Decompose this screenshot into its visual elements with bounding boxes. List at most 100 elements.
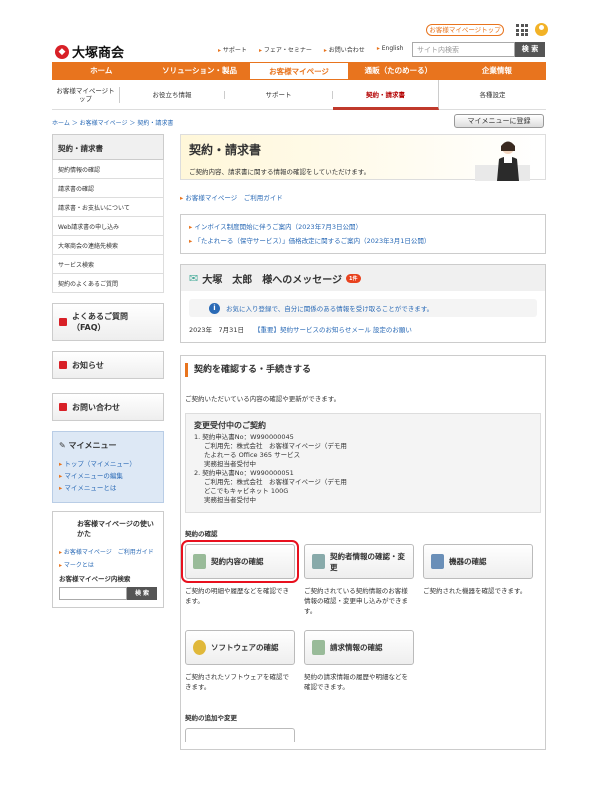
billing-info-button[interactable]: 請求情報の確認 <box>304 630 414 665</box>
guide-link-usage[interactable]: お客様マイページ ご利用ガイド <box>59 547 157 556</box>
faq-label: よくあるご質問（FAQ） <box>72 312 128 332</box>
my-menu-box: ✎ マイメニュー トップ（マイメニュー） マイメニューの編集 マイメニューとは <box>52 431 164 503</box>
main-content: 契約・請求書 ご契約内容、請求書に関する情報の確認をしていただけます。 お客様マ… <box>180 134 546 750</box>
support-staff-illustration <box>475 141 530 181</box>
subnav-useful-info[interactable]: お役立ち情報 <box>120 90 225 99</box>
site-search-button[interactable]: 検 索 <box>515 42 545 57</box>
my-menu-link-about[interactable]: マイメニューとは <box>59 482 157 492</box>
utility-links: サポート フェア・セミナー お問い合わせ English <box>218 45 403 54</box>
partial-card-button[interactable] <box>185 728 295 742</box>
contractor-info-button[interactable]: 契約者情報の確認・変更 <box>304 544 414 579</box>
pending-item-no: 2. 契約申込書No：W990000051 <box>194 469 294 477</box>
logo-text: 大塚商会 <box>72 46 125 61</box>
subnav-contracts[interactable]: 契約・請求書 <box>333 79 439 110</box>
message-link[interactable]: 【重要】契約サービスのお知らせメール 設定のお願い <box>254 326 412 334</box>
invoice-icon <box>312 640 325 655</box>
sidebar-link[interactable]: Web請求書の申し込み <box>52 217 164 236</box>
guide-link-mark[interactable]: マークとは <box>59 560 157 569</box>
category-heading: 契約の追加や変更 <box>185 714 237 722</box>
inner-search-button[interactable]: 検 索 <box>127 587 157 600</box>
gnav-company[interactable]: 企業情報 <box>448 62 546 80</box>
document-icon <box>193 554 206 569</box>
gnav-home[interactable]: ホーム <box>52 62 150 80</box>
gnav-tanomeru[interactable]: 通販（たのめーる） <box>349 62 447 80</box>
card-label: 機器の確認 <box>449 557 487 566</box>
sidebar-link[interactable]: 請求書の確認 <box>52 179 164 198</box>
my-menu-link-edit[interactable]: マイメニューの編集 <box>59 470 157 480</box>
page-banner: 契約・請求書 ご契約内容、請求書に関する情報の確認をしていただけます。 <box>180 134 546 181</box>
pending-item-client: ご利用先：株式会社 お客様マイページ（デモ用 <box>204 442 347 450</box>
sidebar-title: 契約・請求書 <box>52 134 164 160</box>
software-button[interactable]: ソフトウェアの確認 <box>185 630 295 665</box>
section-title: 契約を確認する・手続きする <box>185 363 541 377</box>
company-logo[interactable]: ◆ 大塚商会 <box>55 42 124 61</box>
news-icon <box>59 361 67 369</box>
pending-item: 1. 契約申込書No：W990000045 ご利用先：株式会社 お客様マイページ… <box>194 433 530 469</box>
mypage-top-button[interactable]: お客様マイページトップ <box>426 24 504 36</box>
pending-item-status: 実務担当者受付中 <box>204 460 256 468</box>
logo-mark-icon: ◆ <box>55 44 69 59</box>
subnav-settings[interactable]: 各種設定 <box>439 91 546 99</box>
pending-item-status: 実務担当者受付中 <box>204 496 256 504</box>
breadcrumb[interactable]: ホーム ＞ お客様マイページ ＞ 契約・請求書 <box>52 118 173 127</box>
usage-guide-link[interactable]: お客様マイページ ご利用ガイド <box>180 192 546 202</box>
my-menu-title-text: マイメニュー <box>68 441 117 450</box>
news-button[interactable]: お知らせ <box>52 351 164 379</box>
card-label: ソフトウェアの確認 <box>211 643 279 652</box>
envelope-icon: ✉ <box>189 271 199 285</box>
guide-title: お客様マイページの使いかた <box>77 520 154 538</box>
sidebar-link[interactable]: サービス検索 <box>52 255 164 274</box>
cd-icon <box>193 640 206 655</box>
message-row: 2023年 7月31日 【重要】契約サービスのお知らせメール 設定のお願い <box>189 324 537 334</box>
sub-nav: お客様マイページトップ お役立ち情報 サポート 契約・請求書 各種設定 <box>52 79 546 110</box>
contact-button[interactable]: お問い合わせ <box>52 393 164 421</box>
gnav-solutions[interactable]: ソリューション・製品 <box>150 62 248 80</box>
gnav-mypage[interactable]: お客様マイページ <box>248 62 350 80</box>
pending-changes-title: 変更受付中のご契約 <box>194 421 266 430</box>
site-search-input[interactable]: サイト内検索 <box>412 42 515 57</box>
user-account-icon[interactable] <box>535 23 548 36</box>
pending-item-service: たよれーる Office 365 サービス <box>204 451 301 459</box>
subnav-support[interactable]: サポート <box>225 90 333 99</box>
usage-guide-box: お客様マイページの使いかた お客様マイページ ご利用ガイド マークとは お客様マ… <box>52 511 164 608</box>
card-label: 請求情報の確認 <box>330 643 383 652</box>
subnav-mypage-top[interactable]: お客様マイページトップ <box>52 86 120 103</box>
sidebar-link[interactable]: 契約のよくあるご質問 <box>52 274 164 293</box>
inner-search-label: お客様マイページ内検索 <box>59 575 131 583</box>
sidebar: 契約・請求書 契約情報の確認 請求書の確認 請求書・お支払いについて Web請求… <box>52 134 164 608</box>
notice-link[interactable]: 「たよれーる（保守サービス）」価格改定に関するご案内（2023年3月1日公開） <box>189 234 537 248</box>
pending-changes-box: 変更受付中のご契約 1. 契約申込書No：W990000045 ご利用先：株式会… <box>185 413 541 513</box>
register-my-menu-button[interactable]: マイメニューに登録 <box>454 114 544 128</box>
notice-link[interactable]: インボイス制度開始に伴うご案内（2023年7月3日公開） <box>189 220 537 234</box>
notice-box: インボイス制度開始に伴うご案内（2023年7月3日公開） 「たよれーる（保守サー… <box>180 214 546 254</box>
equipment-button[interactable]: 機器の確認 <box>423 544 533 579</box>
faq-icon <box>59 318 67 326</box>
sidebar-link[interactable]: 契約情報の確認 <box>52 160 164 179</box>
inner-search-input[interactable] <box>59 587 127 600</box>
apps-grid-icon[interactable] <box>516 24 528 36</box>
info-icon: i <box>209 302 220 314</box>
pending-item: 2. 契約申込書No：W990000051 ご利用先：株式会社 お客様マイページ… <box>194 469 530 505</box>
util-link-fair[interactable]: フェア・セミナー <box>259 45 312 54</box>
message-count-badge: 1件 <box>346 273 361 283</box>
faq-button[interactable]: よくあるご質問（FAQ） <box>52 303 164 341</box>
message-header: ✉ 大塚 太郎 様へのメッセージ 1件 <box>181 265 545 291</box>
pending-item-client: ご利用先：株式会社 お客様マイページ（デモ用 <box>204 478 347 486</box>
my-menu-link-top[interactable]: トップ（マイメニュー） <box>59 458 157 468</box>
pending-item-service: どこでもキャビネット 100G <box>204 487 289 495</box>
util-link-contact[interactable]: お問い合わせ <box>324 45 365 54</box>
card-row: 契約内容の確認 ご契約の明細や履歴などを確認できます。 契約者情報の確認・変更 … <box>181 540 541 622</box>
card-desc: ご契約された機器を確認できます。 <box>423 587 527 595</box>
contact-label: お問い合わせ <box>72 402 120 412</box>
card-desc: 契約の請求情報の履歴や明細などを確認できます。 <box>304 673 408 691</box>
favorites-info[interactable]: i お気に入り登録で、自分に関係のある情報を受け取ることができます。 <box>189 299 537 317</box>
message-heading: 大塚 太郎 様へのメッセージ <box>202 274 343 286</box>
sidebar-link[interactable]: 大塚商会の連絡先検索 <box>52 236 164 255</box>
section-desc: ご契約いただいている内容の確認や更新ができます。 <box>185 395 341 403</box>
contract-details-button[interactable]: 契約内容の確認 <box>181 540 299 583</box>
contract-section: 契約を確認する・手続きする ご契約いただいている内容の確認や更新ができます。 変… <box>180 355 546 750</box>
util-link-english[interactable]: English <box>377 45 404 54</box>
news-label: お知らせ <box>72 360 104 370</box>
util-link-support[interactable]: サポート <box>218 45 247 54</box>
sidebar-link[interactable]: 請求書・お支払いについて <box>52 198 164 217</box>
